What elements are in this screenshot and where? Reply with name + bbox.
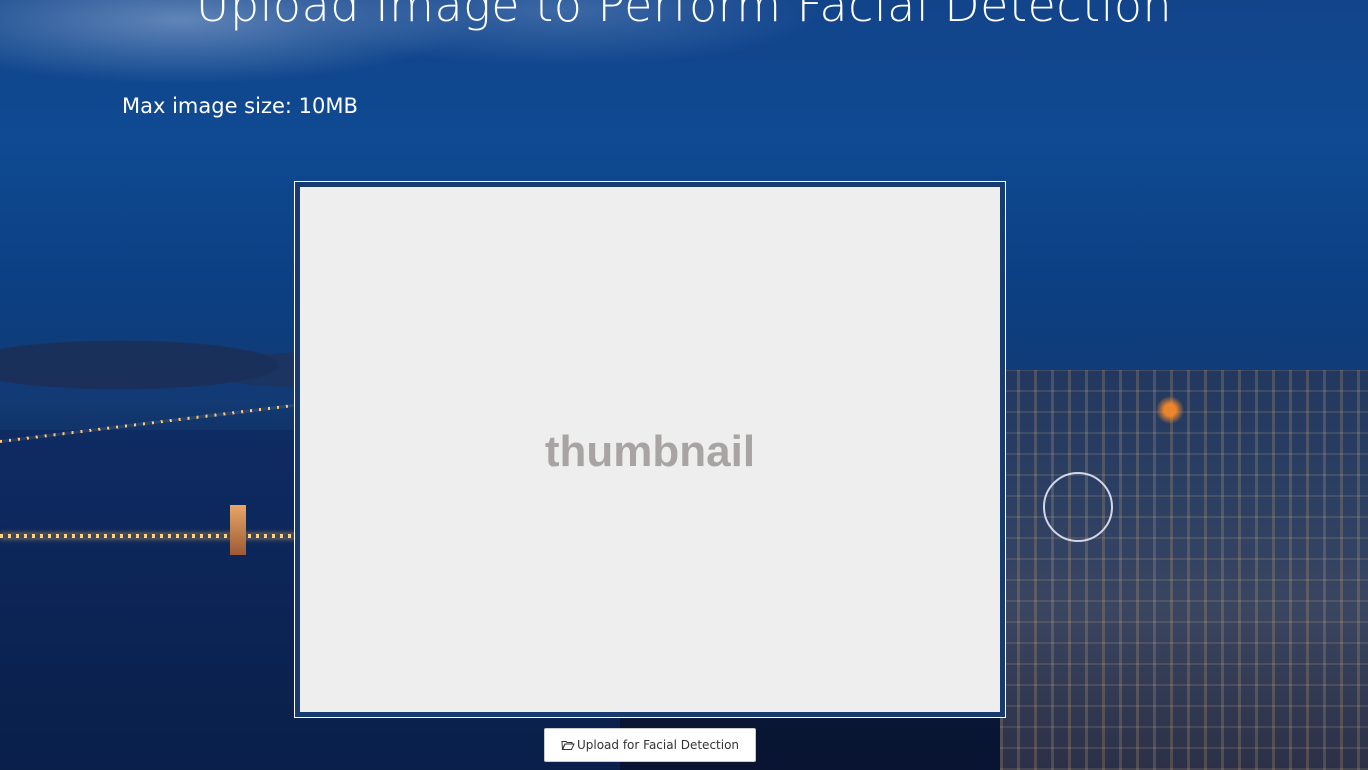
background-city [1000, 370, 1368, 770]
thumbnail-placeholder: thumbnail [300, 187, 1000, 712]
upload-button[interactable]: Upload for Facial Detection [544, 728, 756, 762]
max-image-size-note: Max image size: 10MB [122, 94, 358, 118]
background-bridge [0, 534, 300, 538]
page-title: Upload Image to Perform Facial Detection [195, 0, 1173, 32]
background-bridge-tower [230, 505, 246, 555]
thumbnail-preview: thumbnail [294, 181, 1006, 718]
background-ferris-wheel [1043, 472, 1113, 542]
upload-button-label: Upload for Facial Detection [576, 738, 740, 752]
thumbnail-placeholder-text: thumbnail [544, 426, 756, 476]
folder-open-icon [561, 739, 575, 751]
